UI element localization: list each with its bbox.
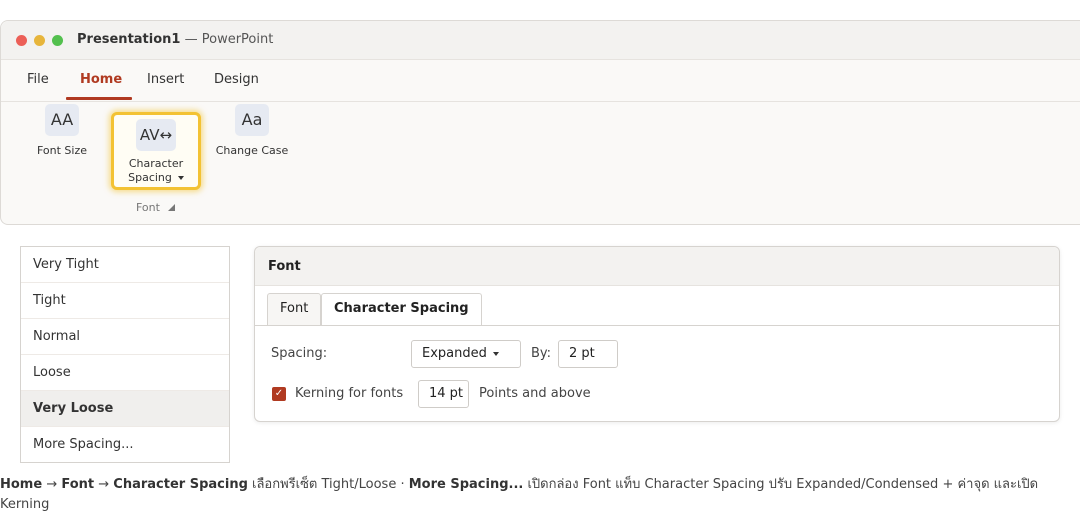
zoom-window-button[interactable]	[52, 35, 63, 46]
font-size-icon: AA	[45, 104, 79, 136]
menu-item-tight[interactable]: Tight	[21, 283, 229, 319]
menu-item-very-tight[interactable]: Very Tight	[21, 247, 229, 283]
checkmark-icon: ✓	[274, 388, 284, 399]
window-title: Presentation1 — PowerPoint	[77, 32, 274, 47]
chevron-down-icon	[177, 176, 184, 180]
tab-insert[interactable]: Insert	[147, 72, 184, 87]
menu-item-normal[interactable]: Normal	[21, 319, 229, 355]
tab-design[interactable]: Design	[214, 72, 259, 87]
kerning-points-input[interactable]: 14 pt	[418, 380, 469, 408]
tab-divider	[255, 325, 1059, 326]
minimize-window-button[interactable]	[34, 35, 45, 46]
by-input[interactable]: 2 pt	[558, 340, 618, 368]
change-case-icon: Aa	[235, 104, 269, 136]
tab-file[interactable]: File	[27, 72, 49, 87]
font-dialog: Font Font Character Spacing Spacing: Exp…	[254, 246, 1060, 422]
menu-item-loose[interactable]: Loose	[21, 355, 229, 391]
font-group-label: Font	[136, 201, 175, 214]
instruction-caption: Home → Font → Character Spacing เลือกพรี…	[0, 477, 1039, 512]
character-spacing-label: Character Spacing	[128, 157, 184, 184]
kerning-suffix-label: Points and above	[479, 386, 591, 401]
character-spacing-menu: Very Tight Tight Normal Loose Very Loose…	[20, 246, 230, 463]
tab-home[interactable]: Home	[80, 72, 122, 87]
spacing-label: Spacing:	[271, 346, 328, 361]
menu-item-very-loose[interactable]: Very Loose	[21, 391, 229, 427]
close-window-button[interactable]	[16, 35, 27, 46]
title-bar: Presentation1 — PowerPoint	[1, 21, 1080, 60]
character-spacing-button[interactable]: AV↔ Character Spacing	[111, 112, 201, 190]
dialog-tab-font[interactable]: Font	[267, 293, 322, 325]
by-label: By:	[531, 346, 552, 361]
dialog-header: Font	[255, 247, 1059, 286]
spacing-select[interactable]: Expanded	[411, 340, 521, 368]
font-size-label: Font Size	[36, 144, 88, 157]
font-size-button[interactable]: AA Font Size	[30, 104, 94, 157]
active-tab-indicator	[66, 97, 132, 100]
kerning-label: Kerning for fonts	[295, 386, 404, 401]
menu-item-more-spacing[interactable]: More Spacing...	[21, 427, 229, 463]
kerning-checkbox[interactable]: ✓	[272, 387, 286, 401]
dialog-title: Font	[268, 259, 301, 274]
dialog-tab-character-spacing[interactable]: Character Spacing	[321, 293, 482, 326]
dialog-launcher-icon[interactable]	[167, 204, 175, 211]
change-case-button[interactable]: Aa Change Case	[212, 104, 292, 157]
character-spacing-icon: AV↔	[136, 119, 176, 151]
change-case-label: Change Case	[215, 144, 289, 157]
chevron-down-icon	[492, 351, 499, 356]
ribbon-tabs: File Home Insert Design	[1, 59, 1080, 102]
